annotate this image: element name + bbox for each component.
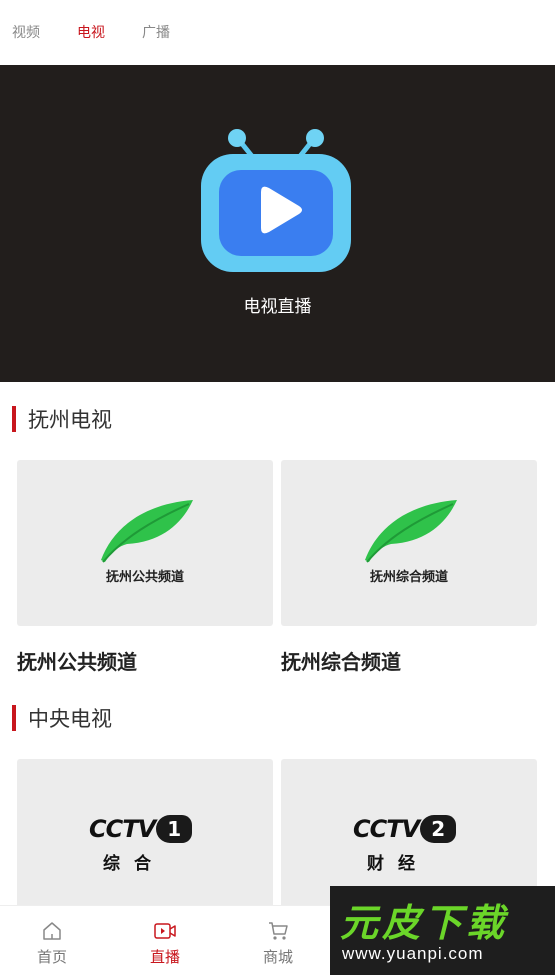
cctv-channel-subtitle: 财经 (367, 854, 429, 874)
tv-live-banner[interactable]: 电视直播 (0, 65, 555, 382)
cctv-logo: CCTV 1 (89, 815, 201, 843)
home-icon (43, 922, 61, 940)
cctv-channel-subtitle: 综合 (103, 854, 165, 874)
top-tab-bar: 视频 电视 广播 (0, 0, 555, 64)
thumbnail-caption: 抚州公共频道 (105, 570, 184, 585)
section-header-cctv: 中央电视 (12, 704, 112, 732)
nav-label: 直播 (149, 948, 180, 966)
watermark-title: 元皮下载 (340, 901, 509, 945)
nav-label: 商城 (262, 948, 293, 966)
channel-thumbnail: 抚州综合频道 (281, 460, 537, 626)
channel-thumbnail: CCTV 1 综合 (17, 759, 273, 909)
live-video-icon (154, 923, 176, 939)
cctv-logo-text: CCTV (89, 815, 156, 843)
section-accent-bar (12, 705, 16, 731)
channel-thumbnail: 抚州公共频道 (17, 460, 273, 626)
watermark-logo: 元皮下载 www.yuanpi.com (330, 886, 555, 975)
section-title: 中央电视 (28, 707, 112, 731)
tab-tv[interactable]: 电视 (77, 22, 105, 42)
channel-title[interactable]: 抚州综合频道 (281, 646, 537, 675)
section-accent-bar (12, 406, 16, 432)
tv-play-icon (201, 129, 351, 272)
cart-icon (269, 922, 288, 940)
cctv-logo-text: CCTV (353, 815, 420, 843)
nav-home[interactable]: 首页 (12, 920, 92, 967)
cctv-channel-number: 1 (156, 815, 193, 843)
nav-mall[interactable]: 商城 (238, 920, 318, 967)
section-header-fuzhou: 抚州电视 (12, 405, 112, 433)
thumbnail-caption: 抚州综合频道 (369, 570, 448, 585)
cctv-channel-number: 2 (420, 815, 457, 843)
nav-label: 首页 (36, 948, 67, 966)
channel-title[interactable]: 抚州公共频道 (17, 646, 273, 675)
channel-card[interactable]: 抚州公共频道 抚州公共频道 (17, 460, 273, 675)
tab-radio[interactable]: 广播 (142, 22, 170, 42)
nav-live[interactable]: 直播 (125, 920, 205, 967)
leaf-logo-icon (365, 500, 457, 563)
cctv-logo: CCTV 2 (353, 815, 465, 843)
watermark-url: www.yuanpi.com (342, 944, 484, 963)
channel-card[interactable]: 抚州综合频道 抚州综合频道 (281, 460, 537, 675)
tab-video[interactable]: 视频 (12, 22, 40, 42)
hero-label: 电视直播 (243, 297, 312, 317)
leaf-logo-icon (101, 500, 193, 563)
section-title: 抚州电视 (28, 408, 112, 432)
channel-card[interactable]: CCTV 1 综合 (17, 759, 273, 909)
